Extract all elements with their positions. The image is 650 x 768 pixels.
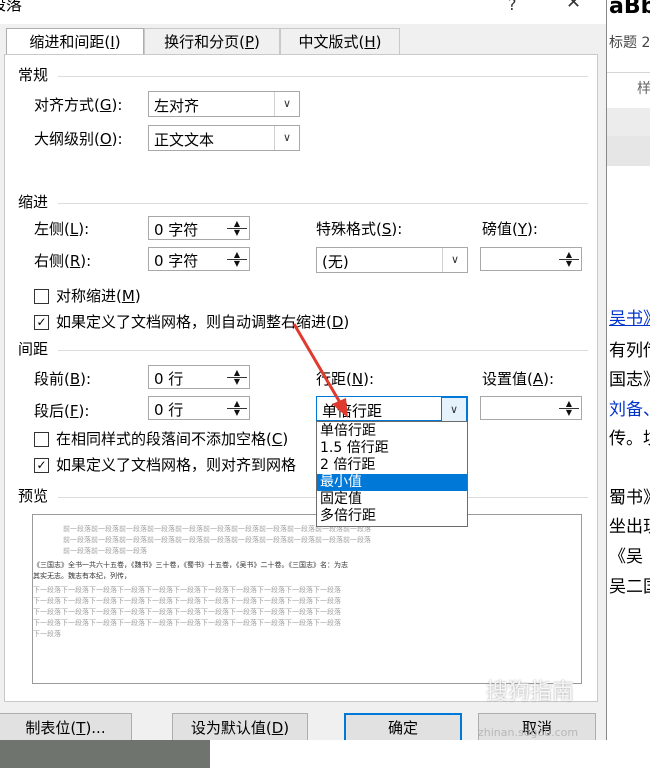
doc-line: 传。坟 (609, 429, 650, 449)
left-indent-input[interactable]: 0 字符 ▲ ▼ (148, 216, 250, 240)
doc-line: 坐出现 (609, 517, 650, 537)
preview-prev-line: 前一段落前一段落前一段落 (63, 547, 147, 555)
preview-sample-line: 其实无志。魏志有本纪，列传， (33, 572, 131, 580)
preview-next-line: 下一段落下一段落下一段落下一段落下一段落下一段落下一段落下一段落下一段落下一段落… (33, 586, 341, 594)
doc-line: 蜀书》 (609, 488, 650, 508)
style-name-label: 标题 2 (609, 35, 650, 51)
by-input[interactable]: ▲ ▼ (480, 247, 582, 271)
section-indent: 缩进 (18, 193, 49, 211)
line-spacing-option[interactable]: 固定值 (317, 491, 467, 508)
spin-down-icon[interactable]: ▼ (227, 228, 247, 237)
section-spacing: 间距 (18, 340, 49, 358)
tab-asian-typography[interactable]: 中文版式(H) (280, 28, 400, 54)
section-preview: 预览 (18, 487, 49, 505)
spin-down-icon[interactable]: ▼ (227, 408, 247, 417)
paragraph-preview: 前一段落前一段落前一段落前一段落前一段落前一段落前一段落前一段落前一段落前一段落… (32, 514, 582, 684)
watermark-text: 搜狗指南 (486, 680, 575, 705)
no-space-same-style-label: 在相同样式的段落间不添加空格(C) (56, 430, 289, 448)
doc-line: 吴书》 (609, 309, 650, 329)
tab-indent-spacing[interactable]: 缩进和间距(I) (6, 28, 144, 56)
section-general: 常规 (18, 66, 49, 84)
red-arrow-annotation (292, 323, 348, 418)
mirror-indents-label: 对称缩进(M) (56, 287, 141, 305)
spin-down-icon[interactable]: ▼ (227, 259, 247, 268)
alignment-label: 对齐方式(G): (34, 96, 123, 114)
preview-prev-line: 前一段落前一段落前一段落前一段落前一段落前一段落前一段落前一段落前一段落前一段落… (63, 536, 371, 544)
doc-line: 《吴 (609, 547, 643, 567)
space-before-label: 段前(B): (34, 370, 92, 388)
ribbon-strip (607, 108, 650, 136)
tabs-button[interactable]: 制表位(T)... (0, 713, 132, 743)
right-indent-label: 右侧(R): (34, 252, 92, 270)
close-icon[interactable]: ✕ (566, 0, 581, 12)
right-indent-input[interactable]: 0 字符 ▲ ▼ (148, 247, 250, 271)
arrow-shaft (292, 323, 344, 407)
preview-next-line: 下一段落下一段落下一段落下一段落下一段落下一段落下一段落下一段落下一段落下一段落… (33, 619, 341, 627)
taskbar-strip (0, 740, 650, 768)
ok-button[interactable]: 确定 (344, 713, 462, 743)
space-before-input[interactable]: 0 行 ▲ ▼ (148, 365, 250, 389)
line-spacing-option-selected[interactable]: 最小值 (317, 474, 467, 491)
mirror-indents-checkbox[interactable] (34, 289, 49, 304)
by-label: 磅值(Y): (482, 220, 538, 238)
space-after-label: 段后(F): (34, 402, 90, 420)
divider (58, 76, 588, 77)
arrow-head (332, 398, 348, 418)
spin-down-icon[interactable]: ▼ (559, 259, 579, 268)
chevron-down-icon: ∨ (274, 92, 299, 116)
no-space-same-style-checkbox[interactable] (34, 432, 49, 447)
doc-line: 吴二国 (609, 577, 650, 597)
outline-level-select[interactable]: 正文文本 ∨ (148, 125, 300, 151)
background-photo (0, 740, 210, 768)
chevron-down-icon: ∨ (442, 248, 467, 272)
watermark-url: zhinan.sogou.com (478, 726, 579, 739)
preview-next-line: 下一段落下一段落下一段落下一段落下一段落下一段落下一段落下一段落下一段落下一段落… (33, 597, 341, 605)
auto-adjust-indent-checkbox[interactable]: ✓ (34, 315, 49, 330)
ribbon-strip (607, 136, 650, 166)
left-indent-label: 左侧(L): (34, 220, 90, 238)
preview-next-line: 下一段落下一段落下一段落下一段落下一段落下一段落下一段落下一段落下一段落下一段落… (33, 608, 341, 616)
dialog-title: 段落 (0, 0, 23, 14)
preview-sample-line: 《三国志》全书一共六十五卷，《魏书》三十卷，《蜀书》十五卷，《吴书》二十卷。《三… (33, 561, 348, 569)
doc-line: 国志》 (609, 370, 650, 390)
document-background: aBb 标题 2 样 吴书》 有列传 国志》 刘备、 传。坟 蜀书》 坐出现 《… (607, 0, 650, 768)
snap-to-grid-checkbox[interactable]: ✓ (34, 458, 49, 473)
alignment-select[interactable]: 左对齐 ∨ (148, 91, 300, 117)
dialog-titlebar: 段落 ? ✕ (0, 0, 606, 24)
line-spacing-dropdown: 单倍行距 1.5 倍行距 2 倍行距 最小值 固定值 多倍行距 (316, 421, 468, 527)
line-spacing-option[interactable]: 1.5 倍行距 (317, 440, 467, 457)
at-input[interactable]: ▲ ▼ (480, 396, 582, 420)
divider (58, 203, 588, 204)
chevron-down-icon: ∨ (274, 126, 299, 150)
spin-down-icon[interactable]: ▼ (559, 408, 579, 417)
snap-to-grid-label: 如果定义了文档网格，则对齐到网格 (56, 456, 297, 474)
styles-pane-glyph: 样 (637, 81, 650, 97)
special-indent-label: 特殊格式(S): (316, 220, 403, 238)
preview-next-line: 下一段落 (33, 630, 61, 638)
help-icon[interactable]: ? (508, 0, 517, 14)
special-indent-select[interactable]: (无) ∨ (316, 247, 468, 273)
style-preview-text: aBb (609, 0, 650, 19)
spin-down-icon[interactable]: ▼ (227, 377, 247, 386)
divider (607, 72, 650, 73)
line-spacing-option[interactable]: 多倍行距 (317, 508, 467, 525)
set-default-button[interactable]: 设为默认值(D) (172, 713, 308, 743)
doc-line: 刘备、 (609, 400, 650, 420)
chevron-down-icon: ∨ (441, 397, 467, 422)
tab-line-page-breaks[interactable]: 换行和分页(P) (144, 28, 280, 54)
outline-level-label: 大纲级别(O): (34, 130, 123, 148)
doc-line: 有列传 (609, 341, 650, 361)
space-after-input[interactable]: 0 行 ▲ ▼ (148, 396, 250, 420)
at-label: 设置值(A): (482, 370, 555, 388)
line-spacing-option[interactable]: 2 倍行距 (317, 457, 467, 474)
